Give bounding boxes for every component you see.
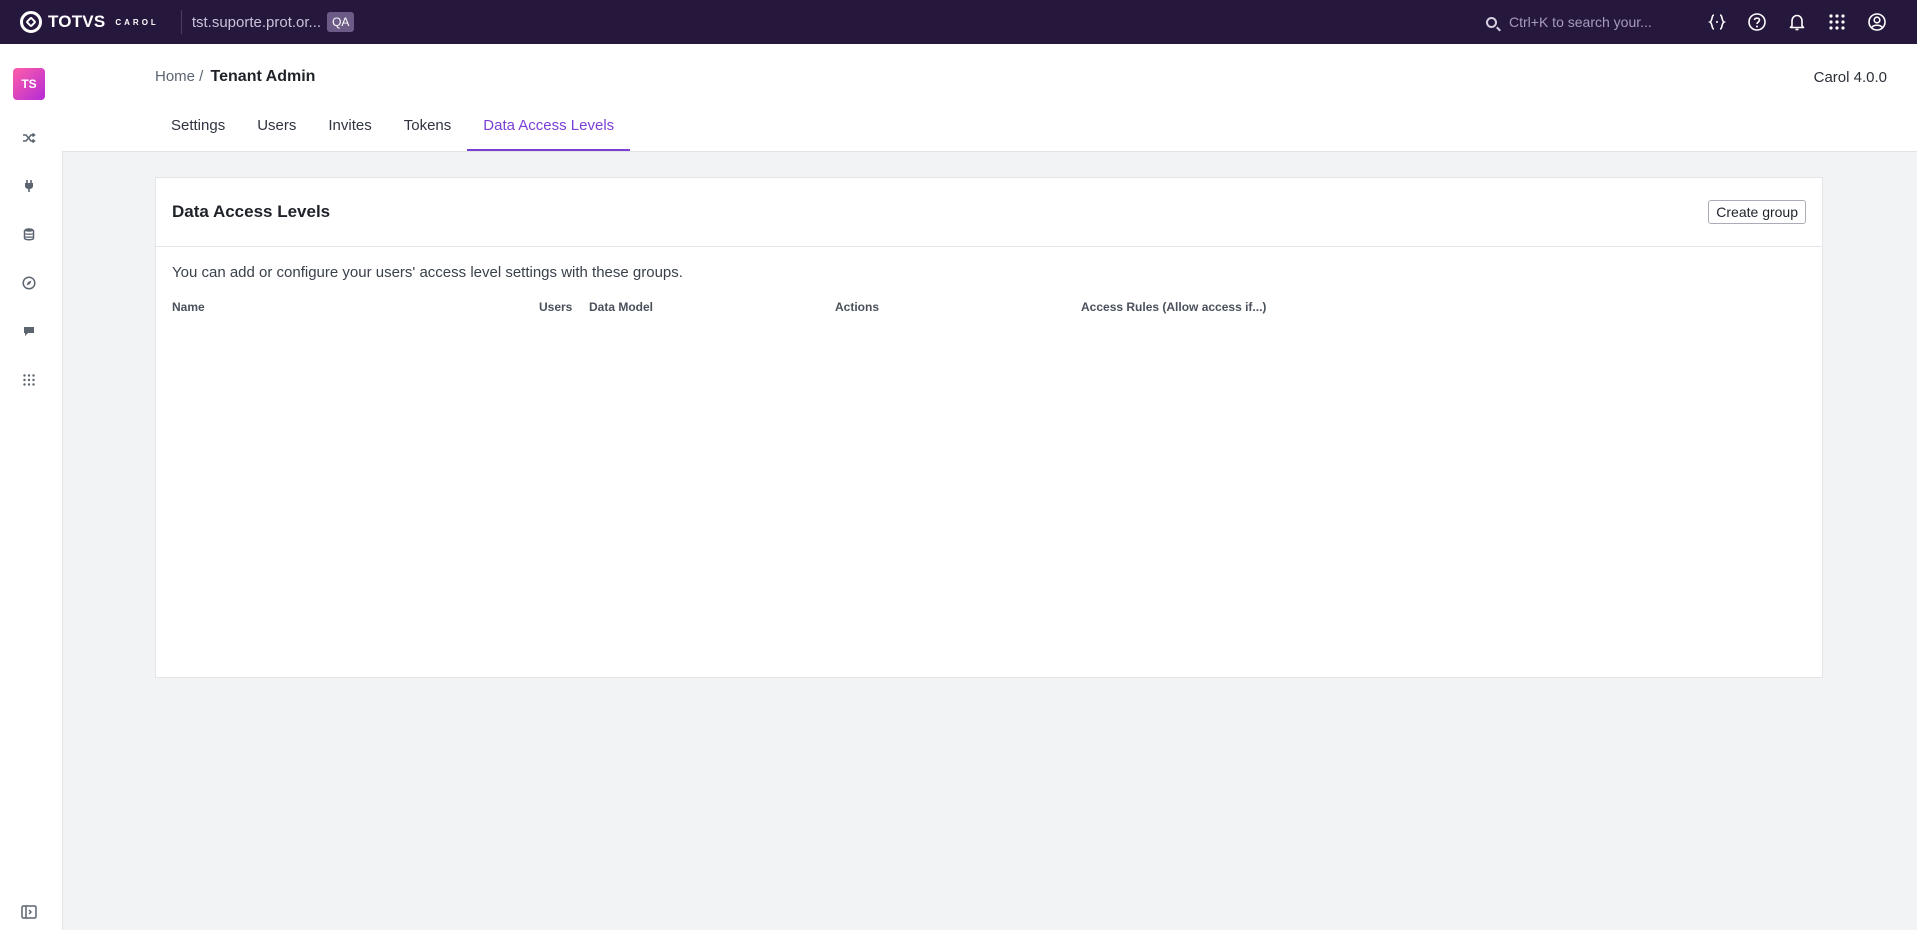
data-access-levels-card: Data Access Levels Create group You can …	[155, 177, 1823, 678]
shuffle-icon[interactable]	[19, 128, 39, 148]
collapse-sidebar-icon[interactable]	[19, 902, 39, 922]
logo-subtitle: CAROL	[115, 17, 159, 27]
notifications-bell-icon[interactable]	[1785, 10, 1809, 34]
environment-badge: QA	[327, 12, 355, 32]
column-header-users[interactable]: Users	[539, 300, 572, 314]
tab-bar: Settings Users Invites Tokens Data Acces…	[155, 111, 631, 151]
logo-word: TOTVS	[48, 12, 106, 31]
user-profile-icon[interactable]	[1865, 10, 1889, 34]
column-header-name[interactable]: Name	[172, 300, 205, 314]
card-description: You can add or configure your users' acc…	[172, 264, 683, 281]
left-sidebar: TS	[0, 44, 63, 930]
page-header: Home / Tenant Admin Carol 4.0.0 Settings…	[62, 44, 1917, 152]
search-input[interactable]	[1507, 13, 1671, 31]
totvs-carol-logo[interactable]: TOTVS CAROL	[20, 11, 159, 33]
column-header-access-rules[interactable]: Access Rules (Allow access if...)	[1081, 300, 1266, 314]
help-icon[interactable]	[1745, 10, 1769, 34]
top-bar: TOTVS CAROL tst.suporte.prot.or... QA	[0, 0, 1917, 44]
plug-icon[interactable]	[19, 176, 39, 196]
column-header-actions[interactable]: Actions	[835, 300, 879, 314]
card-header: Data Access Levels Create group	[156, 178, 1822, 247]
tab-invites[interactable]: Invites	[312, 111, 387, 149]
page-title: Tenant Admin	[210, 68, 316, 85]
topbar-divider	[180, 10, 182, 34]
chat-icon[interactable]	[19, 321, 39, 341]
app-launcher-grid-icon[interactable]	[1825, 10, 1849, 34]
table-header: Name Users Data Model Actions Access Rul…	[172, 300, 1772, 316]
json-braces-icon[interactable]	[1705, 10, 1729, 34]
tab-settings[interactable]: Settings	[155, 111, 241, 149]
compass-icon[interactable]	[19, 273, 39, 293]
apps-grid-icon[interactable]	[19, 370, 39, 390]
tab-users[interactable]: Users	[241, 111, 312, 149]
card-title: Data Access Levels	[172, 202, 331, 221]
breadcrumb: Home / Tenant Admin	[155, 68, 315, 86]
tenant-avatar[interactable]: TS	[13, 68, 45, 100]
app-version: Carol 4.0.0	[1813, 69, 1887, 86]
create-group-button[interactable]: Create group	[1708, 200, 1806, 224]
totvs-logo-icon	[20, 11, 42, 33]
global-search[interactable]	[1486, 0, 1671, 44]
breadcrumb-home[interactable]: Home /	[155, 68, 203, 85]
tenant-selector[interactable]: tst.suporte.prot.or...	[192, 14, 321, 31]
tab-tokens[interactable]: Tokens	[388, 111, 468, 149]
tab-data-access-levels[interactable]: Data Access Levels	[467, 111, 631, 151]
database-icon[interactable]	[19, 224, 39, 244]
column-header-data-model[interactable]: Data Model	[589, 300, 653, 314]
search-icon	[1486, 16, 1497, 28]
